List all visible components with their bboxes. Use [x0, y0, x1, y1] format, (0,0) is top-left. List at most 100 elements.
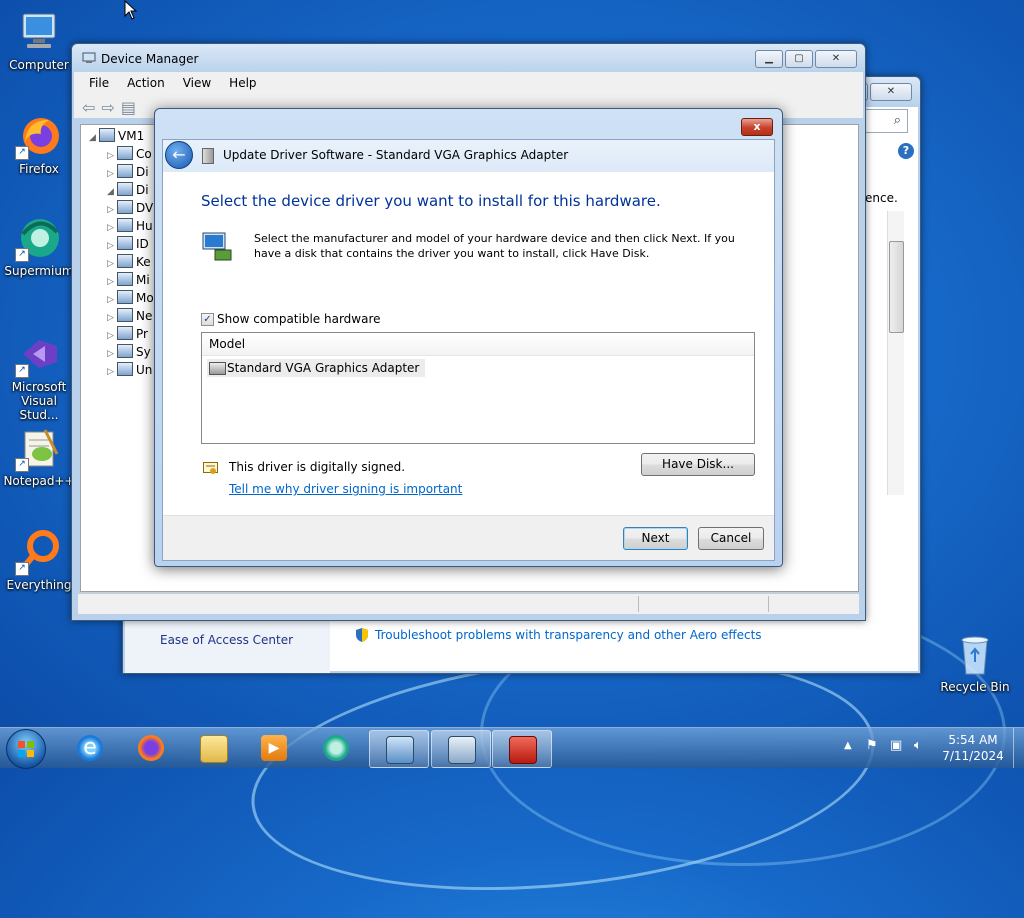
expand-icon[interactable]: ▷: [107, 363, 117, 381]
notepadpp-icon: ↗: [15, 424, 63, 472]
taskbar-device-manager[interactable]: [492, 730, 552, 768]
tree-item[interactable]: ▷ Un: [107, 361, 152, 379]
close-icon[interactable]: ✕: [815, 50, 857, 68]
desktop-icon-label: Computer: [9, 58, 69, 72]
taskbar-explorer[interactable]: [184, 730, 242, 766]
shield-icon: [355, 627, 369, 643]
model-list[interactable]: Model Standard VGA Graphics Adapter: [201, 332, 755, 444]
menu-action[interactable]: Action: [118, 74, 174, 92]
back-arrow-icon[interactable]: ⇦: [82, 100, 95, 116]
tree-item[interactable]: ▷ Sy: [107, 343, 151, 361]
tree-item[interactable]: ▷ DV: [107, 199, 153, 217]
tree-item[interactable]: ▷ Di: [107, 163, 149, 181]
help-icon[interactable]: ?: [898, 143, 914, 159]
forward-arrow-icon[interactable]: ⇨: [101, 100, 114, 116]
desktop-icon-computer[interactable]: Computer: [1, 8, 77, 72]
clock-time: 5:54 AM: [948, 733, 998, 747]
shortcut-arrow-icon: ↗: [15, 248, 29, 262]
show-hidden-icons-icon[interactable]: ▲: [844, 740, 852, 751]
tree-item[interactable]: ▷ Mo: [107, 289, 154, 307]
menu-file[interactable]: File: [80, 74, 118, 92]
taskbar-supermium[interactable]: [307, 730, 365, 766]
have-disk-button[interactable]: Have Disk...: [641, 453, 755, 476]
update-driver-dialog[interactable]: x ← Update Driver Software - Standard VG…: [154, 108, 783, 567]
taskbar-personalization[interactable]: [431, 730, 491, 768]
collapse-icon[interactable]: ◢: [89, 129, 99, 147]
tree-item[interactable]: ▷ Co: [107, 145, 152, 163]
desktop-icon-supermium[interactable]: ↗ Supermium: [1, 214, 77, 278]
device-category-icon: [117, 290, 133, 304]
show-compatible-checkbox[interactable]: ✓ Show compatible hardware: [201, 312, 381, 326]
device-category-icon: [117, 164, 133, 178]
maximize-icon[interactable]: ▢: [785, 50, 813, 68]
tree-item-label: Mi: [136, 273, 150, 287]
tree-item[interactable]: ▷ ID: [107, 235, 149, 253]
desktop-icon-vscode[interactable]: ↗ Microsoft Visual Stud...: [1, 330, 77, 422]
menu-view[interactable]: View: [174, 74, 220, 92]
desktop-icon-everything[interactable]: ↗ Everything: [1, 528, 77, 592]
clock[interactable]: 5:54 AM 7/11/2024: [940, 732, 1006, 764]
internet-explorer-icon: e: [77, 735, 103, 761]
next-button[interactable]: Next: [623, 527, 688, 550]
model-column-header[interactable]: Model: [202, 333, 754, 356]
network-icon[interactable]: ▣: [890, 738, 902, 753]
shortcut-arrow-icon: ↗: [15, 146, 29, 160]
start-button[interactable]: [6, 729, 46, 769]
ease-of-access-link[interactable]: Ease of Access Center: [160, 633, 293, 647]
taskbar-ie[interactable]: e: [61, 730, 119, 766]
checkbox-check-icon[interactable]: ✓: [201, 312, 214, 326]
device-category-icon: [117, 200, 133, 214]
device-category-icon: [117, 362, 133, 376]
tree-item[interactable]: ▷ Pr: [107, 325, 148, 343]
volume-muted-icon[interactable]: 🔈︎: [914, 738, 922, 753]
desktop-icon-firefox[interactable]: ↗ Firefox: [1, 112, 77, 176]
list-item[interactable]: Standard VGA Graphics Adapter: [207, 359, 426, 377]
taskbar-media-player[interactable]: ▶: [245, 730, 303, 766]
back-button[interactable]: ←: [165, 141, 193, 169]
tree-item-label: Hu: [136, 219, 153, 233]
taskbar-firefox[interactable]: [122, 730, 180, 766]
show-desktop-button[interactable]: [1013, 728, 1024, 768]
computer-icon: [99, 128, 115, 142]
action-center-flag-icon[interactable]: ⚑: [866, 738, 878, 753]
menu-help[interactable]: Help: [220, 74, 265, 92]
desktop-icon-recycle-bin[interactable]: Recycle Bin: [937, 630, 1013, 694]
desktop-icon-label: Everything: [6, 578, 72, 592]
recycle-bin-icon: [951, 630, 999, 678]
window-title: Device Manager: [101, 52, 199, 66]
taskbar-control-panel[interactable]: [369, 730, 429, 768]
device-manager-titlebar[interactable]: Device Manager: [72, 44, 865, 72]
cancel-button[interactable]: Cancel: [698, 527, 764, 550]
tree-item[interactable]: ◢ Di: [107, 181, 149, 199]
tree-item[interactable]: ▷ Ne: [107, 307, 152, 325]
minimize-icon[interactable]: ▁: [755, 50, 783, 68]
properties-icon[interactable]: ▤: [121, 100, 136, 116]
driver-signing-link[interactable]: Tell me why driver signing is important: [229, 482, 462, 496]
certificate-icon: [203, 462, 218, 475]
visual-studio-icon: ↗: [15, 330, 63, 378]
scrollbar-thumb[interactable]: [889, 241, 904, 333]
device-category-icon: [117, 236, 133, 250]
clock-date: 7/11/2024: [942, 749, 1004, 763]
device-category-icon: [117, 308, 133, 322]
hardware-icon: [201, 230, 233, 262]
signed-text: This driver is digitally signed.: [229, 460, 406, 474]
scrollbar[interactable]: [887, 211, 904, 495]
supermium-icon: ↗: [15, 214, 63, 262]
close-icon[interactable]: x: [741, 118, 773, 136]
tree-item[interactable]: ▷ Ke: [107, 253, 151, 271]
dialog-footer: Next Cancel: [163, 515, 774, 560]
desktop-icon-label: Supermium: [4, 264, 74, 278]
troubleshoot-link[interactable]: Troubleshoot problems with transparency …: [375, 628, 762, 642]
computer-icon: [15, 8, 63, 56]
tree-item-label: Di: [136, 183, 149, 197]
desktop-icon-label: Firefox: [19, 162, 59, 176]
tree-item[interactable]: ▷ Hu: [107, 217, 153, 235]
windows-logo-icon: [18, 741, 34, 757]
desktop-icon-notepadpp[interactable]: ↗ Notepad++: [1, 424, 77, 488]
tree-root[interactable]: ◢ VM1: [89, 127, 144, 145]
tree-item-label: Pr: [136, 327, 148, 341]
tree-item[interactable]: ▷ Mi: [107, 271, 150, 289]
close-icon[interactable]: ✕: [870, 83, 912, 101]
dialog-title: Update Driver Software - Standard VGA Gr…: [223, 148, 569, 162]
